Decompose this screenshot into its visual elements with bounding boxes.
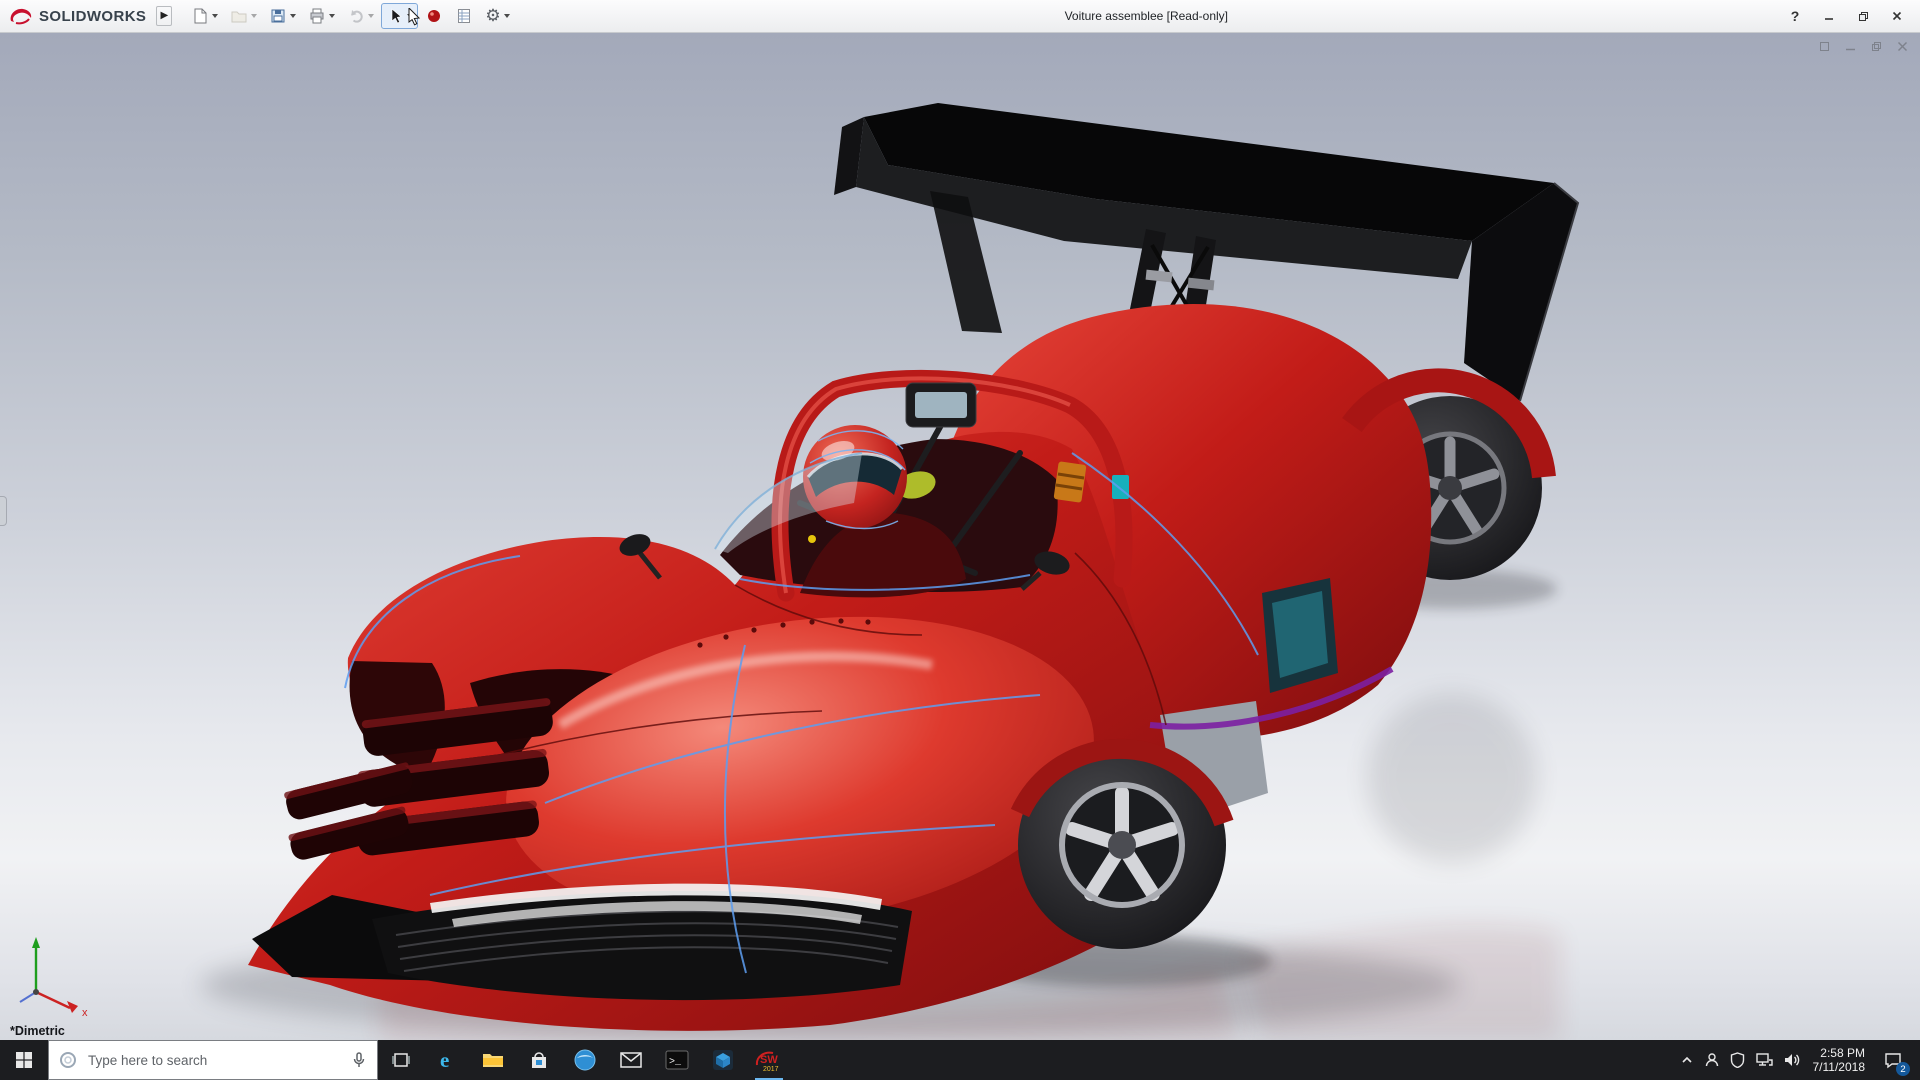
- dropdown-caret-icon: [407, 14, 414, 18]
- notification-badge: 2: [1896, 1062, 1910, 1076]
- select-cursor-icon: [392, 8, 403, 24]
- pane-splitter-handle[interactable]: [0, 496, 7, 527]
- clock-time: 2:58 PM: [1820, 1046, 1865, 1060]
- dropdown-caret-icon: [212, 14, 219, 18]
- network-tray-button[interactable]: [1750, 1040, 1778, 1080]
- document-window-controls: [1814, 37, 1912, 55]
- person-icon: [1705, 1053, 1718, 1067]
- dropdown-caret-icon: [329, 14, 336, 18]
- doc-restore-down-icon[interactable]: [1866, 37, 1886, 55]
- close-icon: [1892, 11, 1902, 21]
- restore-icon: [1858, 11, 1868, 21]
- close-button[interactable]: [1880, 3, 1914, 29]
- minimize-button[interactable]: [1812, 3, 1846, 29]
- restore-button[interactable]: [1846, 3, 1880, 29]
- store-button[interactable]: [516, 1040, 562, 1080]
- windows-logo-icon: [16, 1052, 32, 1068]
- open-folder-icon: [231, 11, 247, 23]
- doc-close-icon[interactable]: [1892, 37, 1912, 55]
- mail-button[interactable]: [608, 1040, 654, 1080]
- new-document-icon: [194, 8, 207, 24]
- undo-icon: [351, 10, 364, 23]
- svg-text:SW: SW: [760, 1054, 778, 1066]
- security-tray-button[interactable]: [1725, 1040, 1750, 1080]
- app-name: SOLIDWORKS: [39, 7, 147, 25]
- task-view-icon: [392, 1053, 410, 1067]
- svg-text:>_: >_: [669, 1057, 682, 1068]
- window-controls: ?: [1778, 3, 1914, 29]
- open-button[interactable]: [225, 3, 262, 29]
- appearance-ball-icon: [428, 10, 441, 22]
- design-table-button[interactable]: [450, 3, 478, 29]
- doc-minimize-icon[interactable]: [1840, 37, 1860, 55]
- dropdown-caret-icon: [368, 14, 375, 18]
- system-tray: 2:58 PM 7/11/2018 2: [1675, 1040, 1920, 1080]
- new-document-button[interactable]: [186, 3, 223, 29]
- minimize-icon: [1825, 18, 1833, 20]
- front-wheel: [1010, 738, 1234, 949]
- search-input[interactable]: [86, 1051, 342, 1069]
- start-button[interactable]: [0, 1040, 48, 1080]
- quick-toolbar: ⚙: [186, 3, 514, 29]
- print-icon: [310, 8, 324, 24]
- doc-restore-up-icon[interactable]: [1814, 37, 1834, 55]
- dropdown-caret-icon: [251, 14, 258, 18]
- svg-text:e: e: [440, 1048, 449, 1072]
- appearance-button[interactable]: [420, 3, 448, 29]
- help-button[interactable]: ?: [1778, 3, 1812, 29]
- cad-app-button[interactable]: [700, 1040, 746, 1080]
- edge-browser-button[interactable]: e: [424, 1040, 470, 1080]
- network-icon: [1755, 1053, 1773, 1066]
- shield-icon: [1730, 1052, 1744, 1068]
- app-titlebar: SOLIDWORKS ▶ ⚙ Voiture assemblee [Read-o…: [0, 0, 1920, 33]
- edge-icon: e: [440, 1048, 449, 1072]
- windows-taskbar: e: [0, 1040, 1920, 1080]
- toolbar-expander-icon[interactable]: ▶: [156, 6, 173, 26]
- taskbar-apps: e >_ SW 2017: [378, 1040, 792, 1080]
- undo-button[interactable]: [342, 3, 379, 29]
- 3d-model-scene[interactable]: [0, 33, 1920, 1040]
- command-prompt-icon: >_: [665, 1050, 689, 1070]
- save-icon: [271, 9, 285, 23]
- microphone-icon[interactable]: [351, 1051, 367, 1069]
- print-button[interactable]: [303, 3, 340, 29]
- save-button[interactable]: [264, 3, 301, 29]
- orientation-triad: x: [19, 937, 88, 1019]
- taskbar-search[interactable]: [48, 1040, 378, 1080]
- gear-icon: ⚙: [485, 6, 501, 25]
- view-orientation-label: *Dimetric: [10, 1024, 65, 1038]
- clock-date: 7/11/2018: [1812, 1060, 1866, 1074]
- task-view-button[interactable]: [378, 1040, 424, 1080]
- triad-y-axis-arrow: [32, 937, 40, 948]
- dropdown-caret-icon: [290, 14, 297, 18]
- solidworks-app-button[interactable]: SW 2017: [746, 1040, 792, 1080]
- graphics-viewport[interactable]: x *Dimetric: [0, 33, 1920, 1040]
- contact-tray-button[interactable]: [1699, 1040, 1725, 1080]
- speaker-icon: [1784, 1054, 1799, 1066]
- cad-app-icon: [713, 1050, 733, 1070]
- hidden-icons-chevron[interactable]: [1675, 1040, 1699, 1080]
- solidworks-logo-icon: [10, 8, 32, 25]
- file-explorer-button[interactable]: [470, 1040, 516, 1080]
- action-center-button[interactable]: 2: [1873, 1040, 1913, 1080]
- store-bag-icon: [532, 1052, 546, 1068]
- chevron-up-icon: [1681, 1056, 1692, 1063]
- cortana-icon: [60, 1052, 76, 1068]
- command-prompt-button[interactable]: >_: [654, 1040, 700, 1080]
- triad-x-label: x: [82, 1007, 88, 1019]
- mail-envelope-icon: [620, 1052, 642, 1068]
- options-button[interactable]: ⚙: [480, 3, 514, 29]
- solidworks-logo: SOLIDWORKS: [6, 6, 152, 26]
- blue-globe-icon: [574, 1049, 596, 1071]
- dropdown-caret-icon: [503, 14, 510, 18]
- select-tool-button[interactable]: [381, 3, 419, 29]
- file-explorer-icon: [483, 1054, 503, 1067]
- solidworks-app-icon: SW 2017: [754, 1047, 784, 1073]
- document-title: Voiture assemblee [Read-only]: [1064, 9, 1229, 23]
- design-table-icon: [458, 9, 471, 23]
- browser-globe-button[interactable]: [562, 1040, 608, 1080]
- svg-text:2017: 2017: [763, 1066, 779, 1073]
- taskbar-clock[interactable]: 2:58 PM 7/11/2018: [1805, 1046, 1874, 1074]
- volume-tray-button[interactable]: [1778, 1040, 1805, 1080]
